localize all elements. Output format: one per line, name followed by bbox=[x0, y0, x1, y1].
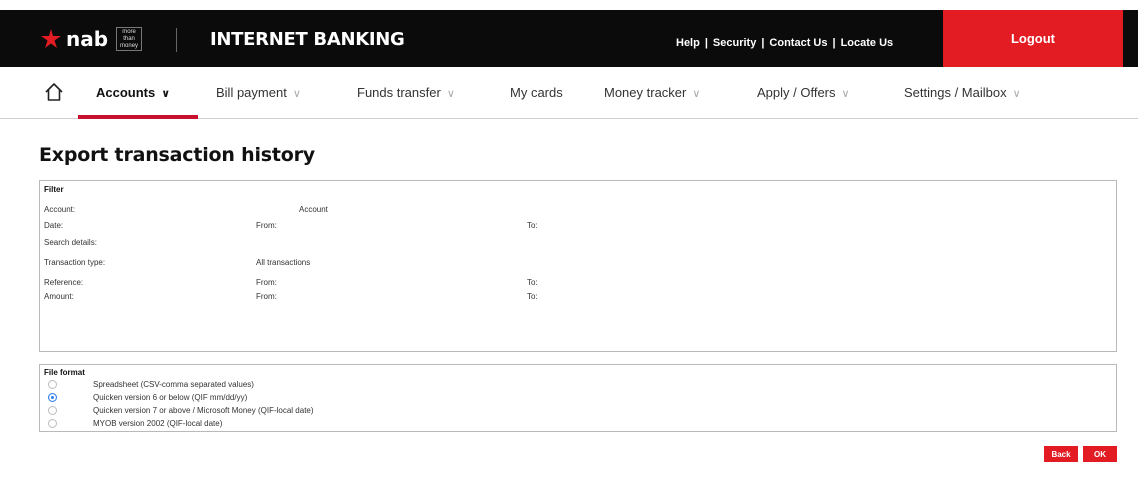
format-option-label: Quicken version 6 or below (QIF mm/dd/yy… bbox=[93, 392, 248, 402]
filter-heading: Filter bbox=[44, 185, 64, 194]
nav-bill-payment[interactable]: Bill payment ∨ bbox=[216, 85, 301, 102]
logo-tagline-line: than bbox=[123, 35, 135, 42]
format-option-csv[interactable]: Spreadsheet (CSV-comma separated values) bbox=[48, 379, 254, 390]
link-separator: | bbox=[832, 37, 836, 49]
nav-money-tracker[interactable]: Money tracker ∨ bbox=[604, 85, 700, 102]
main-nav: Accounts ∨ Bill payment ∨ Funds transfer ∨ … bbox=[0, 67, 1138, 119]
nav-label: Accounts bbox=[96, 85, 156, 100]
account-value: Account bbox=[299, 205, 328, 214]
chevron-down-icon: ∨ bbox=[692, 88, 701, 100]
back-button[interactable]: Back bbox=[1044, 446, 1078, 462]
active-tab-underline bbox=[78, 115, 198, 119]
amount-from-label: From: bbox=[256, 292, 277, 301]
format-option-label: Spreadsheet (CSV-comma separated values) bbox=[93, 379, 254, 389]
chevron-down-icon: ∨ bbox=[841, 88, 850, 100]
nav-settings-mailbox[interactable]: Settings / Mailbox ∨ bbox=[904, 85, 1021, 102]
radio-button[interactable] bbox=[48, 419, 57, 428]
brand-divider bbox=[176, 28, 177, 52]
reference-to-label: To: bbox=[527, 278, 538, 287]
amount-to-label: To: bbox=[527, 292, 538, 301]
format-option-label: MYOB version 2002 (QIF-local date) bbox=[93, 418, 223, 428]
reference-label: Reference: bbox=[44, 278, 84, 287]
nav-label: Apply / Offers bbox=[757, 85, 836, 100]
chevron-down-icon: ∨ bbox=[446, 88, 455, 100]
file-format-heading: File format bbox=[44, 368, 85, 377]
link-separator: | bbox=[704, 37, 708, 49]
nab-logo[interactable]: nab more than money bbox=[40, 27, 143, 51]
chevron-down-icon: ∨ bbox=[292, 88, 301, 100]
internet-banking-title: INTERNET BANKING bbox=[210, 29, 405, 50]
logo-text: nab bbox=[66, 27, 109, 51]
locate-us-link[interactable]: Locate Us bbox=[841, 37, 894, 49]
transaction-type-value: All transactions bbox=[256, 258, 311, 267]
nav-funds-transfer[interactable]: Funds transfer ∨ bbox=[357, 85, 455, 102]
page-title: Export transaction history bbox=[39, 144, 315, 166]
chevron-down-icon: ∨ bbox=[1012, 88, 1021, 100]
format-option-myob[interactable]: MYOB version 2002 (QIF-local date) bbox=[48, 418, 222, 429]
logo-tagline-line: money bbox=[120, 42, 139, 49]
nav-label: Bill payment bbox=[216, 85, 287, 100]
account-label: Account: bbox=[44, 205, 76, 214]
logout-button[interactable]: Logout bbox=[943, 10, 1123, 67]
nav-label: Settings / Mailbox bbox=[904, 85, 1007, 100]
radio-button[interactable] bbox=[48, 406, 57, 415]
nav-accounts[interactable]: Accounts ∨ bbox=[96, 85, 170, 102]
ok-button[interactable]: OK bbox=[1083, 446, 1117, 462]
top-header: nab more than money INTERNET BANKING Hel… bbox=[0, 10, 1138, 67]
search-details-label: Search details: bbox=[44, 238, 97, 247]
date-from-label: From: bbox=[256, 221, 277, 230]
security-link[interactable]: Security bbox=[713, 37, 756, 49]
nab-star-icon bbox=[41, 29, 61, 48]
filter-panel: Filter Account: Account Date: From: To: … bbox=[39, 180, 1117, 352]
radio-button-selected[interactable] bbox=[48, 393, 57, 402]
format-option-qif-mmddyy[interactable]: Quicken version 6 or below (QIF mm/dd/yy… bbox=[48, 392, 247, 403]
nav-label: Money tracker bbox=[604, 85, 687, 100]
amount-label: Amount: bbox=[44, 292, 74, 301]
logo-tagline-line: more bbox=[122, 28, 136, 35]
radio-button[interactable] bbox=[48, 380, 57, 389]
home-icon[interactable] bbox=[44, 82, 64, 102]
header-links: Help | Security | Contact Us | Locate Us bbox=[676, 36, 893, 50]
nav-my-cards[interactable]: My cards bbox=[510, 85, 563, 101]
transaction-type-label: Transaction type: bbox=[44, 258, 106, 267]
file-format-panel: File format Spreadsheet (CSV-comma separ… bbox=[39, 364, 1117, 432]
date-to-label: To: bbox=[527, 221, 538, 230]
reference-from-label: From: bbox=[256, 278, 277, 287]
format-option-label: Quicken version 7 or above / Microsoft M… bbox=[93, 405, 314, 415]
help-link[interactable]: Help bbox=[676, 37, 700, 49]
nav-label: Funds transfer bbox=[357, 85, 441, 100]
link-separator: | bbox=[761, 37, 765, 49]
nav-label: My cards bbox=[510, 85, 563, 100]
chevron-down-icon: ∨ bbox=[161, 88, 171, 100]
format-option-qif-local[interactable]: Quicken version 7 or above / Microsoft M… bbox=[48, 405, 314, 416]
logo-tagline: more than money bbox=[116, 27, 143, 51]
contact-us-link[interactable]: Contact Us bbox=[769, 37, 827, 49]
nav-apply-offers[interactable]: Apply / Offers ∨ bbox=[757, 85, 850, 102]
date-label: Date: bbox=[44, 221, 64, 230]
